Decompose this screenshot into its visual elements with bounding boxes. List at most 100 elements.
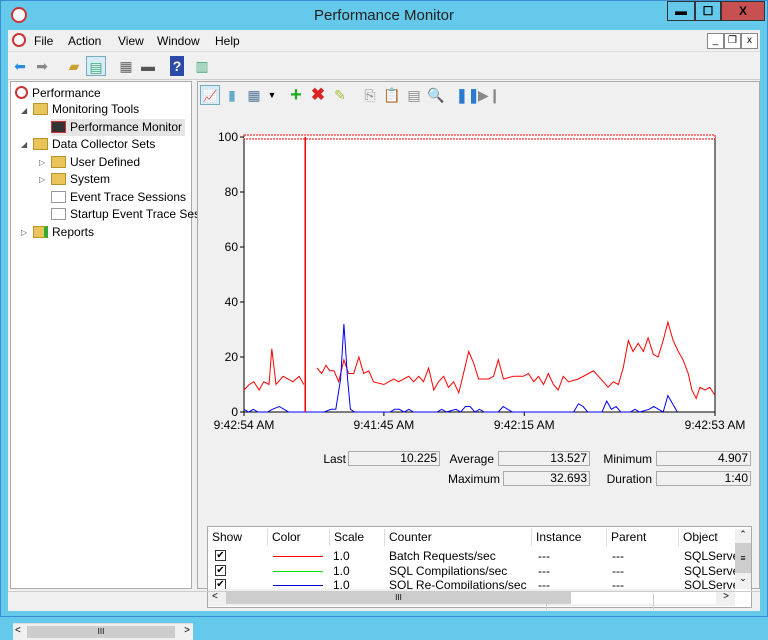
- tree-item-data-collector-sets[interactable]: Data Collector Sets: [33, 136, 155, 153]
- parent-cell: ---: [612, 549, 624, 563]
- x-tick-label: 9:42:53 AM: [685, 418, 746, 432]
- column-header-counter[interactable]: Counter: [385, 529, 532, 546]
- title-bar: Performance Monitor ▬ ☐ X: [1, 1, 767, 30]
- scale-cell: 1.0: [333, 549, 350, 563]
- mdi-minimize-button[interactable]: _: [707, 33, 724, 49]
- last-value: 10.225: [348, 451, 440, 466]
- tree-item-monitoring-tools[interactable]: Monitoring Tools: [33, 101, 139, 118]
- menu-file[interactable]: File: [34, 34, 53, 48]
- x-tick-label: 9:41:45 AM: [354, 418, 415, 432]
- delete-counter-icon[interactable]: ✖: [308, 85, 328, 105]
- copy-properties-icon[interactable]: ⎘: [360, 85, 380, 105]
- forward-icon[interactable]: ➡: [32, 56, 52, 76]
- tree-item-performance-monitor[interactable]: Performance Monitor: [51, 119, 186, 136]
- add-counter-icon[interactable]: +: [286, 85, 306, 105]
- minimum-value: 4.907: [656, 451, 751, 466]
- client-area: File Action View Window Help _ ❐ x ⬅ ➡ ▰…: [8, 30, 760, 640]
- print-icon[interactable]: ▬: [138, 56, 158, 76]
- minimum-label: Minimum: [603, 452, 652, 466]
- view-current-activity-icon[interactable]: 📈: [200, 85, 220, 105]
- y-tick-label: 0: [231, 405, 238, 419]
- performance-monitor-pane: 📈 ▮ ▦ ▼ + ✖ ✎ ⎘ 📋 ▤ 🔍 ❚❚ ▶❙ 0 20 40 60 80 100…: [197, 81, 760, 608]
- plot-area: [243, 136, 716, 413]
- menu-action[interactable]: Action: [68, 34, 101, 48]
- tree-item-event-trace-sessions[interactable]: Event Trace Sessions: [51, 189, 186, 206]
- x-tick-label: 9:42:15 AM: [494, 418, 555, 432]
- color-swatch: [273, 585, 323, 586]
- last-label: Last: [323, 452, 346, 466]
- tree-horizontal-scrollbar[interactable]: < III >: [13, 623, 193, 640]
- maximum-label: Maximum: [447, 472, 500, 486]
- y-tick-label: 60: [225, 240, 239, 254]
- tree-item-user-defined[interactable]: User Defined: [51, 154, 140, 171]
- properties-icon[interactable]: ▤: [404, 85, 424, 105]
- y-tick-label: 80: [225, 185, 239, 199]
- navigation-tree: Performance ◢ Monitoring Tools Performan…: [10, 81, 200, 640]
- highlight-icon[interactable]: ✎: [330, 85, 350, 105]
- tree-item-system[interactable]: System: [51, 171, 110, 188]
- system-menu-icon[interactable]: [12, 33, 26, 47]
- menu-help[interactable]: Help: [215, 34, 240, 48]
- object-cell: SQLServe: [684, 563, 740, 578]
- instance-cell: ---: [538, 549, 550, 563]
- menu-bar: File Action View Window Help _ ❐ x: [8, 30, 760, 52]
- maximize-button[interactable]: ☐: [695, 1, 721, 21]
- view-log-data-icon[interactable]: ▮: [222, 85, 242, 105]
- x-tick-label: 9:42:54 AM: [214, 418, 275, 432]
- column-header-color[interactable]: Color: [268, 529, 330, 546]
- graph-type-dropdown-icon[interactable]: ▼: [262, 85, 282, 105]
- tree-item-reports[interactable]: Reports: [33, 224, 94, 241]
- average-value: 13.527: [498, 451, 590, 466]
- average-label: Average: [449, 452, 494, 466]
- export-list-icon[interactable]: ▦: [116, 56, 136, 76]
- column-header-show[interactable]: Show: [208, 529, 268, 546]
- freeze-display-icon[interactable]: ❚❚: [456, 85, 479, 105]
- clipped-top-band: [243, 134, 716, 140]
- main-toolbar: ⬅ ➡ ▰ ▤ ▦ ▬ ? ▥: [8, 53, 760, 80]
- mdi-restore-button[interactable]: ❐: [724, 33, 741, 49]
- y-tick-label: 100: [218, 130, 238, 144]
- update-data-icon[interactable]: ▶❙: [478, 85, 501, 105]
- tree-item-startup-event-trace-sessions[interactable]: Startup Event Trace Ses: [51, 206, 200, 223]
- tree-item-performance[interactable]: Performance: [15, 84, 101, 101]
- counter-cell: Batch Requests/sec: [389, 549, 496, 563]
- scale-cell: 1.0: [333, 563, 350, 578]
- duration-label: Duration: [606, 472, 652, 486]
- performance-monitor-window: Performance Monitor ▬ ☐ X File Action Vi…: [0, 0, 768, 640]
- change-graph-type-icon[interactable]: ▦: [244, 85, 264, 105]
- zoom-icon[interactable]: 🔍: [426, 85, 446, 105]
- show-checkbox[interactable]: ✔: [215, 564, 226, 576]
- minimize-button[interactable]: ▬: [667, 1, 695, 21]
- up-folder-icon[interactable]: ▰: [64, 56, 84, 76]
- window-title: Performance Monitor: [313, 7, 455, 24]
- parent-cell: ---: [612, 563, 624, 578]
- column-header-object[interactable]: Object: [679, 529, 734, 546]
- y-tick-label: 20: [225, 350, 239, 364]
- color-swatch: [273, 570, 323, 572]
- action-pane-icon[interactable]: ▥: [192, 56, 212, 76]
- instance-cell: ---: [538, 563, 550, 578]
- help-icon[interactable]: ?: [170, 56, 184, 76]
- paste-counter-list-icon[interactable]: 📋: [382, 85, 402, 105]
- close-button[interactable]: X: [721, 1, 765, 21]
- menu-window[interactable]: Window: [157, 34, 200, 48]
- chart-svg: 0 20 40 60 80 100 9:42:54 AM 9:41:45 AM 9:42:15 …: [214, 130, 746, 432]
- back-icon[interactable]: ⬅: [10, 56, 30, 76]
- menu-view[interactable]: View: [118, 34, 144, 48]
- column-header-instance[interactable]: Instance: [532, 529, 607, 546]
- show-checkbox[interactable]: ✔: [215, 550, 226, 561]
- line-graph: 0 20 40 60 80 100 9:42:54 AM 9:41:45 AM 9:42:15 …: [200, 110, 757, 487]
- column-header-parent[interactable]: Parent: [607, 529, 679, 546]
- mdi-close-button[interactable]: x: [741, 33, 758, 49]
- table-vertical-scrollbar[interactable]: ⌃ ≡ ⌄: [735, 529, 751, 589]
- status-bar: [8, 591, 760, 611]
- counter-cell: SQL Compilations/sec: [389, 563, 508, 578]
- object-cell: SQLServe: [684, 549, 740, 563]
- maximum-value: 32.693: [503, 471, 590, 486]
- duration-value: 1:40: [656, 471, 751, 486]
- column-header-scale[interactable]: Scale: [330, 529, 385, 546]
- show-hide-tree-icon[interactable]: ▤: [86, 56, 106, 76]
- y-tick-label: 40: [225, 295, 239, 309]
- graph-toolbar: 📈 ▮ ▦ ▼ + ✖ ✎ ⎘ 📋 ▤ 🔍 ❚❚ ▶❙: [198, 82, 759, 108]
- color-swatch: [273, 556, 323, 557]
